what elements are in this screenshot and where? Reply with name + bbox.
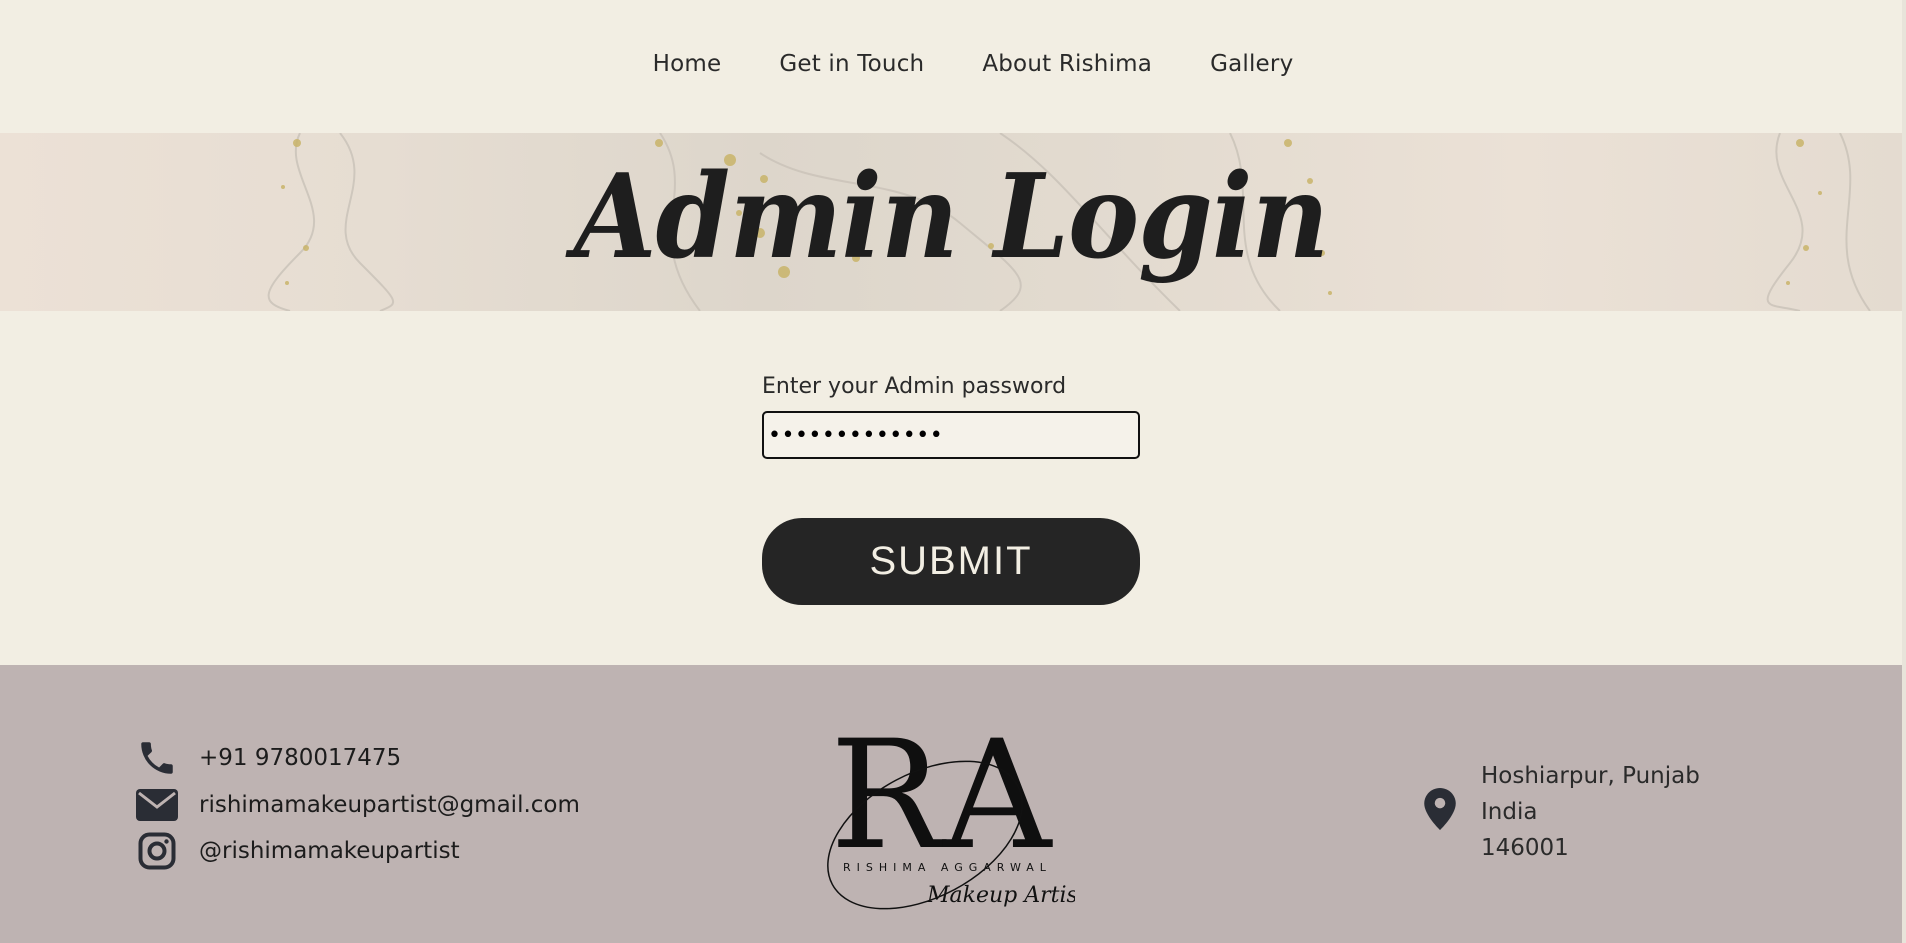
password-input[interactable]: [762, 411, 1140, 459]
address-line-country: India: [1481, 799, 1538, 825]
page-title: Admin Login: [573, 149, 1329, 285]
password-label: Enter your Admin password: [762, 374, 1067, 399]
svg-text:RA: RA: [830, 715, 1053, 883]
brand-logo: RA RISHIMA AGGARWAL Makeup Artist: [815, 709, 1087, 919]
top-navigation: Home Get in Touch About Rishima Gallery: [0, 0, 1902, 133]
nav-gallery-link[interactable]: Gallery: [1210, 51, 1293, 77]
contact-instagram[interactable]: @rishimamakeupartist: [135, 831, 460, 871]
page-scrollbar[interactable]: [1902, 0, 1906, 943]
address-line-city: Hoshiarpur, Punjab: [1481, 763, 1700, 789]
hero-banner: Admin Login: [0, 133, 1902, 311]
instagram-icon: [135, 831, 179, 871]
nav-menu: Home Get in Touch About Rishima Gallery: [653, 51, 1294, 77]
logo-tagline: Makeup Artist: [926, 883, 1075, 908]
instagram-handle: @rishimamakeupartist: [199, 838, 460, 864]
phone-icon: [135, 738, 179, 778]
address-block: Hoshiarpur, Punjab India 146001: [1481, 758, 1700, 866]
nav-get-in-touch-link[interactable]: Get in Touch: [779, 51, 924, 77]
nav-about-link[interactable]: About Rishima: [982, 51, 1152, 77]
logo-monogram: RA: [830, 709, 1053, 883]
address-line-postcode: 146001: [1481, 835, 1569, 861]
footer: +91 9780017475 rishimamakeupartist@gmail…: [0, 665, 1902, 943]
map-pin-icon: [1424, 788, 1456, 834]
email-address: rishimamakeupartist@gmail.com: [199, 792, 580, 818]
logo-name: RISHIMA AGGARWAL: [843, 861, 1052, 874]
contact-email[interactable]: rishimamakeupartist@gmail.com: [135, 785, 580, 825]
contact-phone[interactable]: +91 9780017475: [135, 738, 401, 778]
phone-number: +91 9780017475: [199, 745, 402, 771]
nav-home-link[interactable]: Home: [653, 51, 722, 77]
submit-button[interactable]: SUBMIT: [762, 518, 1140, 605]
envelope-icon: [135, 785, 179, 825]
